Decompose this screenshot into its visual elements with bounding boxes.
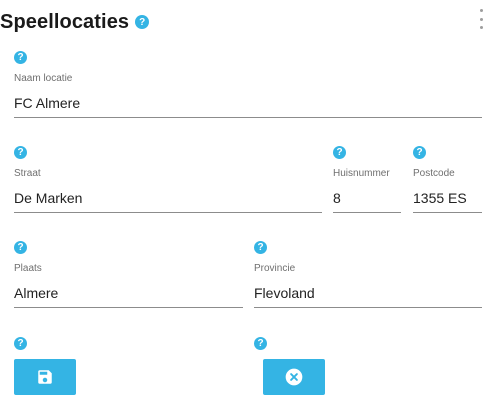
more-options-icon[interactable]: [480, 9, 486, 29]
postcode-input[interactable]: [413, 184, 482, 213]
provincie-label: Provincie: [254, 263, 296, 274]
cancel-help-icon[interactable]: ?: [254, 337, 267, 350]
naam-locatie-input[interactable]: [14, 89, 482, 118]
naam-locatie-label: Naam locatie: [14, 73, 73, 84]
plaats-field: ? Plaats: [14, 241, 243, 308]
close-circle-icon: [285, 368, 303, 386]
title-help-icon[interactable]: ?: [135, 15, 150, 29]
huisnummer-input[interactable]: [333, 184, 401, 213]
plaats-label: Plaats: [14, 263, 42, 274]
straat-label: Straat: [14, 168, 41, 179]
straat-input[interactable]: [14, 184, 322, 213]
plaats-input[interactable]: [14, 279, 243, 308]
huisnummer-help-icon[interactable]: ?: [333, 146, 346, 159]
postcode-help-icon[interactable]: ?: [413, 146, 426, 159]
page-title: Speellocaties: [0, 10, 130, 33]
postcode-label: Postcode: [413, 168, 455, 179]
save-button[interactable]: [14, 359, 76, 395]
save-help-icon[interactable]: ?: [14, 337, 27, 350]
floppy-disk-icon: [38, 370, 52, 384]
straat-help-icon[interactable]: ?: [14, 146, 27, 159]
huisnummer-field: ? Huisnummer: [333, 146, 401, 213]
straat-field: ? Straat: [14, 146, 322, 213]
provincie-field: ? Provincie: [254, 241, 482, 308]
page-header: Speellocaties ?: [0, 8, 150, 36]
provincie-input[interactable]: [254, 279, 482, 308]
huisnummer-label: Huisnummer: [333, 168, 390, 179]
naam-help-icon[interactable]: ?: [14, 51, 27, 64]
provincie-help-icon[interactable]: ?: [254, 241, 267, 254]
postcode-field: ? Postcode: [413, 146, 482, 213]
plaats-help-icon[interactable]: ?: [14, 241, 27, 254]
cancel-button[interactable]: [263, 359, 325, 395]
naam-locatie-field: ? Naam locatie: [14, 51, 482, 118]
